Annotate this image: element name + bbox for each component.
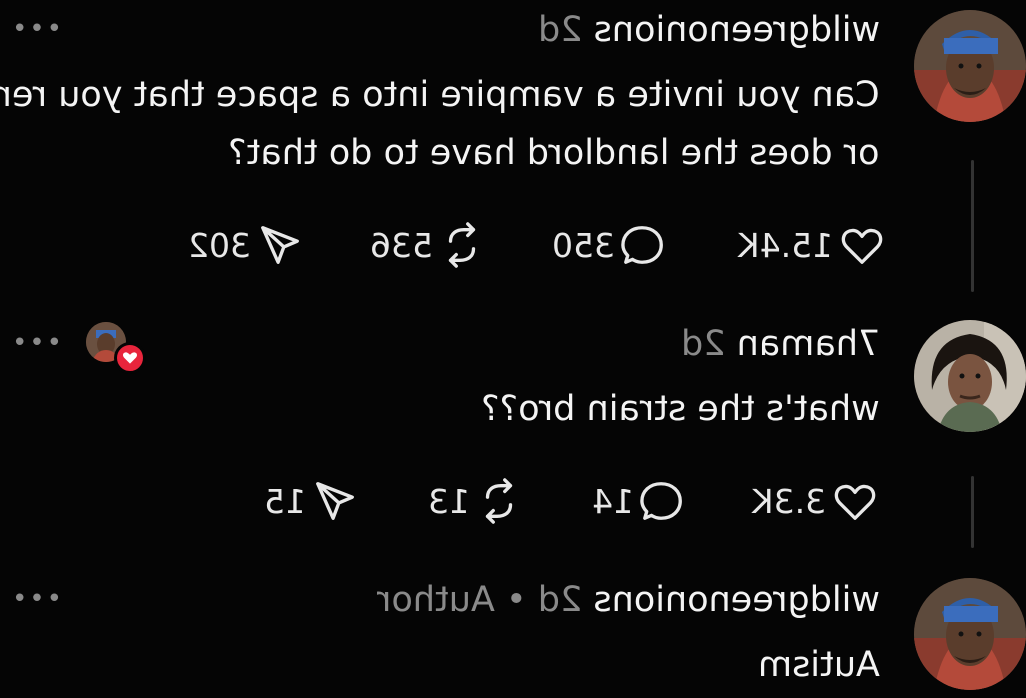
heart-icon [841,228,883,264]
send-icon [261,226,299,264]
timestamp: 2d [537,10,583,50]
comment-thread: wildgreenonions 2d ••• Can you invite a … [0,0,1026,698]
repost-button[interactable]: 536 [370,220,485,270]
reply-button[interactable]: 350 [552,220,667,270]
avatar[interactable] [914,320,1026,432]
comment-text-line: or does the landlord have to do that? [228,133,880,173]
comment-text: Autism [758,636,880,694]
speech-bubble-icon [640,482,682,520]
timestamp: 2d [537,580,583,620]
send-icon [316,482,354,520]
repost-icon [448,222,476,268]
avatar-photo [914,320,1026,432]
comment-text-line: Can you invite a vampire into a space th… [0,75,880,115]
repost-count: 13 [428,481,470,521]
comment-text: Can you invite a vampire into a space th… [0,66,880,182]
reply-count: 350 [552,225,615,265]
more-options-icon: ••• [10,584,63,614]
more-options-button[interactable]: ••• [10,328,62,358]
timestamp: 2d [680,324,726,364]
reply-count: 14 [592,481,634,521]
thread-line [971,476,974,548]
avatar-photo [914,10,1026,122]
author-badge: Author [377,580,495,620]
comment-header: wildgreenonions 2d [538,10,880,50]
like-button[interactable]: 15.4K [738,220,885,270]
repost-count: 536 [370,225,433,265]
like-count: 3.3K [752,481,827,521]
more-options-button[interactable]: ••• [10,584,62,614]
separator-dot: • [506,580,527,620]
like-count: 15.4K [738,225,834,265]
share-button[interactable]: 302 [188,220,303,270]
username[interactable]: wildgreenonions [593,580,880,620]
speech-bubble-icon [621,226,663,264]
share-button[interactable]: 15 [264,476,358,526]
heart-icon [834,484,876,520]
avatar[interactable] [914,10,1026,122]
reply-button[interactable]: 14 [592,476,686,526]
avatar-photo [914,578,1026,690]
comment-text-line: Autism [758,645,880,685]
comment-text: what's the strain bro?? [481,380,880,438]
username[interactable]: 7haman [736,324,880,364]
comment-header: 7haman 2d [681,324,880,364]
share-count: 302 [188,225,251,265]
repost-icon [485,478,513,524]
comment-text-line: what's the strain bro?? [481,389,880,429]
share-count: 15 [264,481,306,521]
thread-line [971,160,974,292]
repost-button[interactable]: 13 [428,476,522,526]
username[interactable]: wildgreenonions [593,10,880,50]
avatar[interactable] [914,578,1026,690]
more-options-icon: ••• [10,328,63,358]
more-options-button[interactable]: ••• [10,14,62,44]
heart-badge-icon [114,342,146,374]
comment-header: wildgreenonions 2d • Author [377,580,880,620]
like-button[interactable]: 3.3K [752,476,878,526]
more-options-icon: ••• [10,14,63,44]
